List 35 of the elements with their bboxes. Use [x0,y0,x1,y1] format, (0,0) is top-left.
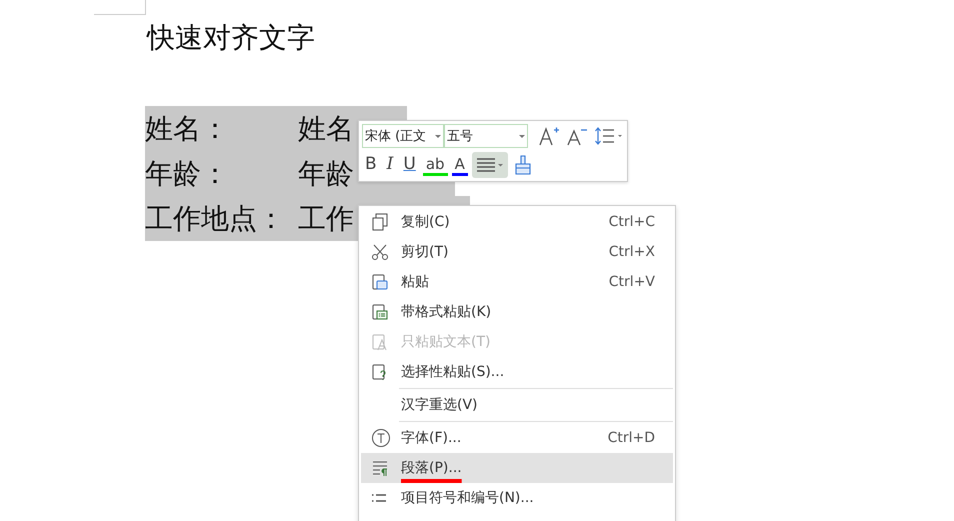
field-value: 年龄 [298,156,354,192]
menu-item[interactable]: 带格式粘贴(K) [361,297,673,327]
font-name-dropdown[interactable]: 宋体 (正文 [362,124,444,148]
line-spacing-icon[interactable] [594,125,624,147]
document-title: 快速对齐文字 [147,20,315,56]
clipboard-icon [371,333,389,351]
italic-button[interactable]: I [384,153,396,177]
copy-icon [371,213,389,231]
menu-item[interactable]: 字体(F)... Ctrl+D [361,423,673,453]
scissors-icon [371,243,389,261]
menu-item[interactable]: 剪切(T) Ctrl+X [361,237,673,267]
menu-item[interactable]: 复制(C) Ctrl+C [361,207,673,237]
highlight-button[interactable]: ab [422,154,448,176]
clipboard-icon [371,273,389,291]
bold-button[interactable]: B [362,153,380,177]
field-label: 姓名： [145,110,230,146]
font-size-dropdown[interactable]: 五号 [444,124,528,148]
field-value: 姓名 [298,110,354,146]
list-icon [371,493,387,503]
menu-item[interactable]: 段落(P)... [361,453,673,483]
field-label: 工作地点： [145,200,286,236]
menu-item[interactable]: 汉字重选(V) [361,390,673,420]
menu-item[interactable]: 粘贴 Ctrl+V [361,267,673,297]
align-icon[interactable] [472,152,508,178]
paragraph-icon [371,459,389,477]
field-label: 年龄： [145,156,230,192]
underline-button[interactable]: U [400,153,419,177]
grow-font-icon[interactable] [538,125,560,147]
font-color-button[interactable]: A [452,154,468,176]
page-corner-mark [94,0,146,15]
menu-item[interactable]: 项目符号和编号(N)... [361,483,673,513]
field-value: 工作 [298,200,354,236]
clipboard-icon [371,303,389,321]
font-icon [371,428,391,448]
menu-item[interactable]: 选择性粘贴(S)... [361,357,673,387]
